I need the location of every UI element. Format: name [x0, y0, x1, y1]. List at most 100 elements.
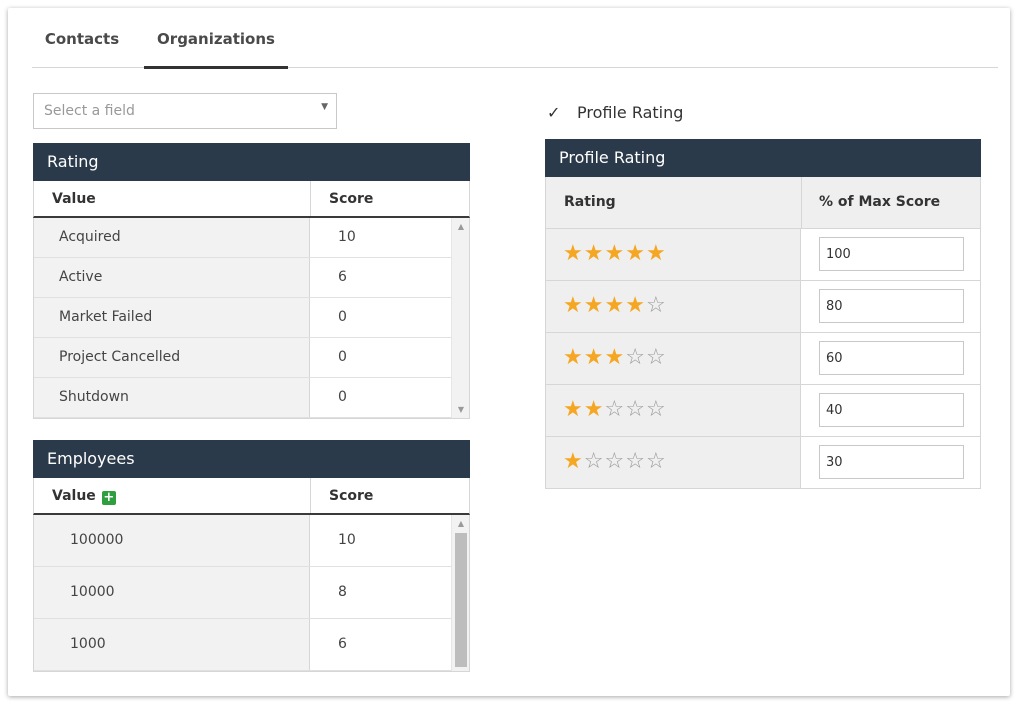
table-row[interactable]: Acquired 10 [34, 218, 469, 258]
percent-max-score-input[interactable] [819, 445, 964, 479]
star-empty-icon: ☆ [645, 345, 667, 370]
tab-contacts-label: Contacts [44, 30, 120, 48]
star-filled-icon: ★ [583, 345, 605, 370]
star-empty-icon: ☆ [625, 397, 646, 422]
scroll-up-icon[interactable]: ▲ [452, 519, 470, 528]
profile-rating-table-body: ★★★★★★★★★☆★★★☆☆★★☆☆☆★☆☆☆☆ [545, 229, 981, 489]
profile-rating-checkbox[interactable]: ✓ Profile Rating [547, 103, 683, 122]
table-row[interactable]: Market Failed 0 [34, 298, 469, 338]
column-header-value: Value [52, 191, 96, 207]
table-row[interactable]: Shutdown 0 [34, 378, 469, 418]
table-row[interactable]: 1000 6 [34, 619, 469, 671]
star-empty-icon: ☆ [604, 449, 626, 474]
table-row: ★★★☆☆ [545, 333, 981, 385]
row-score[interactable]: 6 [311, 619, 451, 670]
star-empty-icon: ☆ [604, 397, 626, 422]
column-header-score: Score [329, 191, 374, 207]
organizations-panel: Contacts Organizations Select a field ▼ … [8, 8, 1010, 696]
star-rating: ★★★★☆ [546, 281, 801, 332]
star-filled-icon: ★ [583, 241, 605, 266]
table-row: ★★★★☆ [545, 281, 981, 333]
add-value-icon[interactable]: + [101, 491, 116, 505]
star-filled-icon: ★ [563, 449, 584, 474]
star-filled-icon: ★ [563, 397, 584, 422]
row-value: 1000 [34, 619, 310, 670]
star-empty-icon: ☆ [583, 449, 605, 474]
table-row: ★☆☆☆☆ [545, 437, 981, 489]
rating-table-title: Rating [33, 143, 470, 181]
row-score[interactable]: 0 [311, 298, 451, 337]
tab-bar: Contacts Organizations [32, 8, 998, 69]
row-score[interactable]: 0 [311, 378, 451, 417]
table-row: ★★☆☆☆ [545, 385, 981, 437]
profile-rating-table: Profile Rating Rating % of Max Score ★★★… [545, 139, 981, 489]
field-select-placeholder: Select a field [44, 103, 135, 119]
star-filled-icon: ★ [625, 241, 646, 266]
row-score[interactable]: 0 [311, 338, 451, 377]
row-value: Project Cancelled [34, 338, 310, 377]
table-row[interactable]: Project Cancelled 0 [34, 338, 469, 378]
scroll-up-icon[interactable]: ▲ [452, 222, 470, 231]
star-empty-icon: ☆ [625, 449, 646, 474]
row-value: Shutdown [34, 378, 310, 417]
percent-max-score-input[interactable] [819, 289, 964, 323]
rating-table: Rating Value Score Acquired 10 Active 6 Mark… [33, 143, 470, 419]
star-filled-icon: ★ [604, 345, 626, 370]
scrollbar-thumb[interactable] [455, 533, 467, 667]
employees-table-header: Value + Score [33, 478, 470, 515]
star-empty-icon: ☆ [645, 397, 667, 422]
star-rating: ★★★☆☆ [546, 333, 801, 384]
row-value: 10000 [34, 567, 310, 618]
star-empty-icon: ☆ [625, 345, 646, 370]
star-rating: ★★☆☆☆ [546, 385, 801, 436]
tab-organizations[interactable]: Organizations [144, 30, 288, 69]
star-filled-icon: ★ [563, 241, 584, 266]
percent-max-score-input[interactable] [819, 237, 964, 271]
row-value: 100000 [34, 515, 310, 566]
tab-contacts[interactable]: Contacts [32, 30, 132, 68]
tab-organizations-label: Organizations [157, 30, 275, 48]
table-row[interactable]: Active 6 [34, 258, 469, 298]
table-row[interactable]: 100000 10 [34, 515, 469, 567]
employees-table: Employees Value + Score 100000 10 10000 8 100… [33, 440, 470, 672]
row-score[interactable]: 10 [311, 218, 451, 257]
column-header-value: Value [52, 488, 96, 504]
row-score[interactable]: 6 [311, 258, 451, 297]
employees-scrollbar[interactable]: ▲ [451, 515, 469, 671]
row-value: Active [34, 258, 310, 297]
table-row[interactable]: 10000 8 [34, 567, 469, 619]
profile-rating-table-title: Profile Rating [545, 139, 981, 177]
column-header-score: Score [329, 488, 374, 504]
row-value: Acquired [34, 218, 310, 257]
table-row: ★★★★★ [545, 229, 981, 281]
rating-table-body: Acquired 10 Active 6 Market Failed 0 Project C… [33, 218, 470, 419]
row-score[interactable]: 8 [311, 567, 451, 618]
column-header-max-score: % of Max Score [819, 194, 941, 210]
star-filled-icon: ★ [604, 241, 626, 266]
rating-scrollbar[interactable]: ▲ ▼ [451, 218, 469, 418]
row-score[interactable]: 10 [311, 515, 451, 566]
star-filled-icon: ★ [563, 345, 584, 370]
checkmark-icon: ✓ [547, 103, 561, 122]
star-filled-icon: ★ [604, 293, 626, 318]
employees-table-title: Employees [33, 440, 470, 478]
rating-table-header: Value Score [33, 181, 470, 218]
star-filled-icon: ★ [645, 241, 667, 266]
star-filled-icon: ★ [583, 397, 605, 422]
row-value: Market Failed [34, 298, 310, 337]
star-rating: ★★★★★ [546, 229, 801, 280]
profile-rating-checkbox-label: Profile Rating [577, 103, 684, 122]
scroll-down-icon[interactable]: ▼ [452, 405, 470, 414]
star-empty-icon: ☆ [645, 449, 667, 474]
star-filled-icon: ★ [625, 293, 646, 318]
field-select[interactable]: Select a field ▼ [33, 93, 337, 129]
star-filled-icon: ★ [583, 293, 605, 318]
profile-rating-table-header: Rating % of Max Score [545, 177, 981, 229]
percent-max-score-input[interactable] [819, 341, 964, 375]
chevron-down-icon: ▼ [321, 102, 328, 112]
star-filled-icon: ★ [563, 293, 584, 318]
star-empty-icon: ☆ [645, 293, 667, 318]
employees-table-body: 100000 10 10000 8 1000 6 ▲ [33, 515, 470, 672]
percent-max-score-input[interactable] [819, 393, 964, 427]
star-rating: ★☆☆☆☆ [546, 437, 801, 488]
